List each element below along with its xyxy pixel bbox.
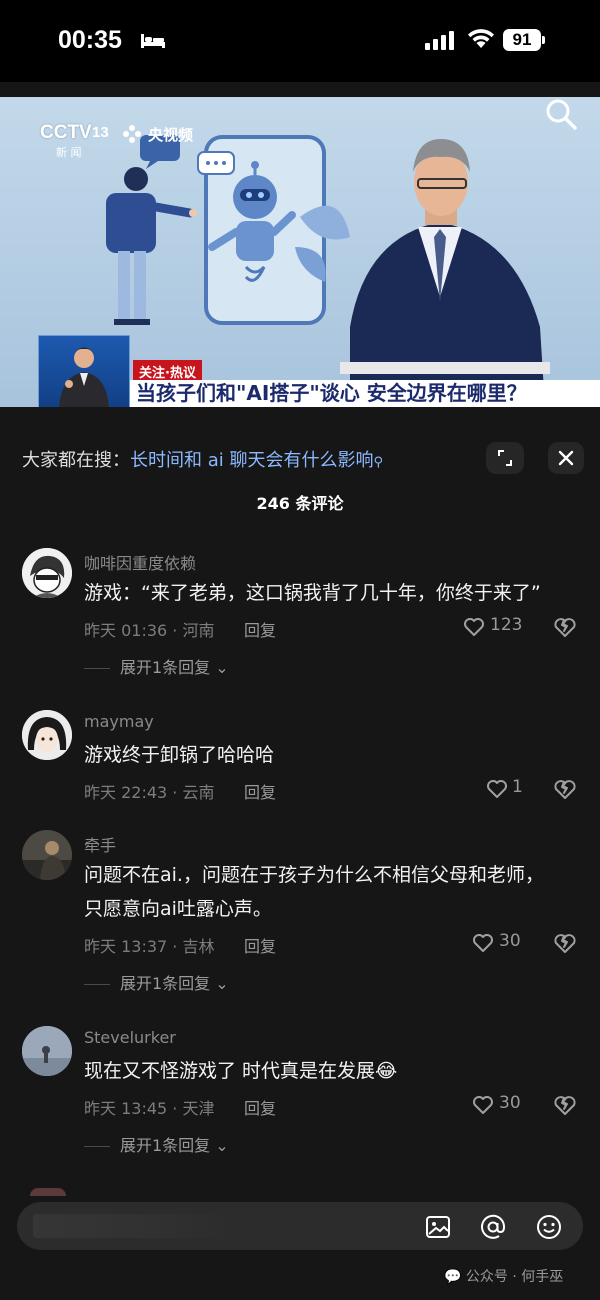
comment-username[interactable]: Stevelurker [84,1028,176,1047]
trending-search-prefix: 大家都在搜： [22,450,130,471]
mention-at-icon[interactable] [480,1214,506,1240]
comment-text: 现在又不怪游戏了 时代真是在发展😂 [84,1060,398,1082]
status-time: 00:35 [58,26,122,54]
image-icon[interactable] [425,1214,451,1240]
avatar-illustration [22,710,72,760]
comment-meta: 昨天 13:45 · 天津 [84,1099,215,1118]
emoji-icon[interactable] [536,1214,562,1240]
dislike-broken-heart-icon[interactable] [553,778,577,800]
dislike-broken-heart-icon[interactable] [553,616,577,638]
next-comment-avatar-partial [30,1188,66,1196]
avatar-photo [22,1026,72,1076]
wifi-icon [468,29,494,48]
yangshipin-logo-icon [123,125,141,143]
expand-replies-button[interactable]: 展开1条回复 ⌄ [84,654,229,678]
comment-meta: 昨天 01:36 · 河南 [84,621,215,640]
comment-meta: 昨天 13:37 · 吉林 [84,937,215,956]
reply-button[interactable]: 回复 [244,933,276,957]
like-count: 123 [490,615,523,635]
reply-button[interactable]: 回复 [244,1095,276,1119]
dislike-broken-heart-icon[interactable] [553,932,577,954]
avatar[interactable] [22,830,72,880]
phone-screen: 00:35 91 CCTV 13 新 闻 央视频 关注·热议 当孩子们和"AI搭… [0,0,600,1300]
sign-language-inset [38,335,130,407]
video-player[interactable]: CCTV 13 新 闻 央视频 关注·热议 当孩子们和"AI搭子"谈心 安全边界… [0,97,600,407]
wechat-icon: 💬 [444,1269,462,1285]
comments-panel: 大家都在搜：长时间和 ai 聊天会有什么影响⚲ 246 条评论 咖啡因重度依赖 … [0,420,600,1300]
comment-input-field[interactable] [33,1214,233,1238]
reply-button[interactable]: 回复 [244,779,276,803]
status-bar: 00:35 91 [0,0,600,82]
watermark-text: 公众号 · 何手巫 [465,1269,564,1285]
search-icon[interactable] [544,97,578,131]
expand-icon [498,450,512,466]
like-heart-icon[interactable] [472,933,494,953]
like-heart-icon[interactable] [463,617,485,637]
comment-meta: 昨天 22:43 · 云南 [84,783,215,802]
cellular-signal-icon [425,31,454,50]
expand-replies-label: 展开1条回复 [120,1136,211,1155]
comment-text: 问题不在ai.，问题在于孩子为什么不相信父母和老师，只愿意向ai吐露心声。 [84,864,544,920]
trending-search-row[interactable]: 大家都在搜：长时间和 ai 聊天会有什么影响⚲ [22,446,383,472]
like-count: 30 [499,1093,521,1113]
avatar-illustration [22,548,72,598]
close-icon [558,450,574,466]
like-count: 30 [499,931,521,951]
news-headline: 当孩子们和"AI搭子"谈心 安全边界在哪里？ [130,380,600,407]
comment-input-bar[interactable] [17,1202,583,1250]
expand-replies-button[interactable]: 展开1条回复 ⌄ [84,1132,229,1156]
expand-replies-label: 展开1条回复 [120,974,211,993]
battery-indicator: 91 [503,29,541,51]
comment-username[interactable]: maymay [84,712,154,731]
sign-interpreter-figure [59,347,109,407]
divider [84,984,110,985]
comment-username[interactable]: 牵手 [84,832,116,856]
divider [84,668,110,669]
dislike-broken-heart-icon[interactable] [553,1094,577,1116]
trending-search-query[interactable]: 长时间和 ai 聊天会有什么影响 [130,450,373,471]
cctv-news-label: 新 闻 [56,146,82,159]
avatar[interactable] [22,1026,72,1076]
close-button[interactable] [548,442,584,474]
wechat-watermark: 💬 公众号 · 何手巫 [444,1266,563,1286]
avatar[interactable] [22,548,72,598]
search-small-icon: ⚲ [373,455,384,470]
battery-nub [542,36,545,44]
avatar[interactable] [22,710,72,760]
comment-text: 游戏：“来了老弟，这口锅我背了几十年，你终于来了” [84,582,541,604]
sleep-focus-icon [141,34,165,48]
avatar-photo [22,830,72,880]
expand-replies-label: 展开1条回复 [120,658,211,677]
fullscreen-button[interactable] [486,442,524,474]
cctv-logo: CCTV [40,122,92,143]
comment-username[interactable]: 咖啡因重度依赖 [84,550,196,574]
yangshipin-logo-text: 央视频 [148,126,194,144]
cctv-channel-number: 13 [92,124,109,141]
like-count: 1 [512,777,523,797]
expand-replies-button[interactable]: 展开1条回复 ⌄ [84,970,229,994]
comment-text: 游戏终于卸锅了哈哈哈 [84,744,275,766]
like-heart-icon[interactable] [486,779,508,799]
divider [84,1146,110,1147]
comment-count: 246 条评论 [256,494,344,513]
like-heart-icon[interactable] [472,1095,494,1115]
reply-button[interactable]: 回复 [244,617,276,641]
